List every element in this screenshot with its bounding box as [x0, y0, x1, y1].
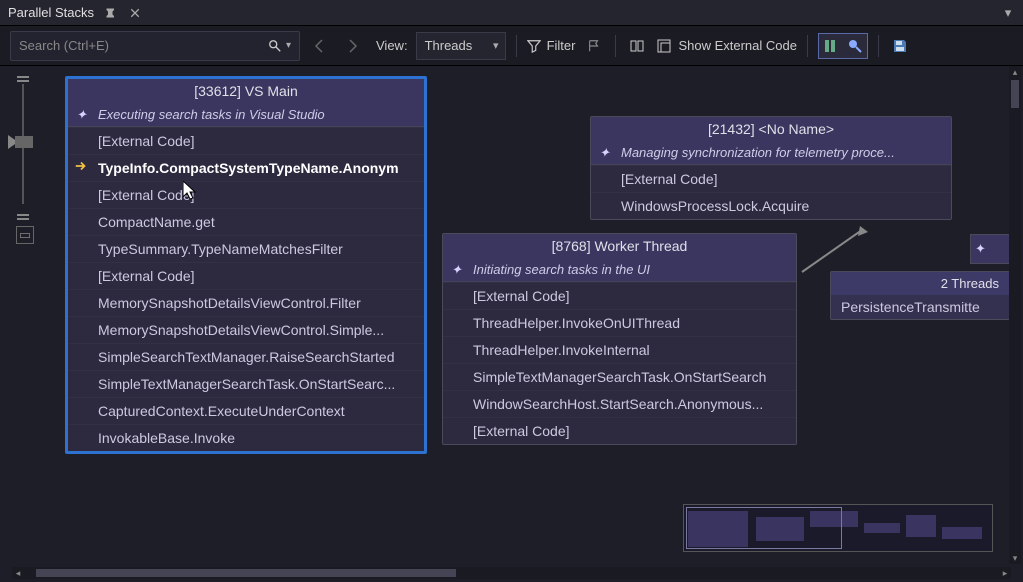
search-input-container[interactable]: ▾ [10, 31, 300, 61]
pin-icon[interactable] [104, 6, 118, 20]
highlight-stacks-icon[interactable] [820, 35, 842, 57]
threads-summary-row[interactable]: PersistenceTransmitte [831, 295, 1009, 319]
stack-frame[interactable]: TypeSummary.TypeNameMatchesFilter [68, 235, 424, 262]
thread-description: ✦ Managing synchronization for telemetry… [591, 141, 951, 165]
scroll-right-icon[interactable]: ▸ [999, 567, 1011, 579]
zoom-slider-handle[interactable] [15, 136, 33, 148]
stack-frame[interactable]: CompactName.get [68, 208, 424, 235]
close-icon[interactable] [128, 6, 142, 20]
scroll-left-icon[interactable]: ◂ [12, 567, 24, 579]
thread-description: ✦ Executing search tasks in Visual Studi… [68, 103, 424, 127]
window-menu-dropdown-icon[interactable]: ▾ [1001, 6, 1015, 20]
horizontal-scrollbar[interactable]: ◂ ▸ [12, 567, 1011, 579]
highlight-mode-group [818, 33, 868, 59]
stack-frame[interactable]: WindowsProcessLock.Acquire [591, 192, 951, 219]
stack-frame[interactable]: ThreadHelper.InvokeOnUIThread [443, 309, 796, 336]
connector-line [798, 226, 868, 276]
zoom-fit-icon[interactable]: ▭ [16, 226, 34, 244]
stack-frame[interactable]: ThreadHelper.InvokeInternal [443, 336, 796, 363]
stack-frame[interactable]: SimpleTextManagerSearchTask.OnStartSearc… [68, 370, 424, 397]
parallel-stacks-canvas[interactable]: ▭ [33612] VS Main ✦ Executing search tas… [0, 66, 1023, 572]
stack-frame[interactable]: SimpleSearchTextManager.RaiseSearchStart… [68, 343, 424, 370]
stack-frame[interactable]: [External Code] [68, 262, 424, 289]
scroll-up-icon[interactable]: ▴ [1009, 66, 1021, 78]
highlight-search-icon[interactable] [844, 35, 866, 57]
view-label: View: [376, 38, 408, 53]
titlebar: Parallel Stacks ▾ [0, 0, 1023, 26]
current-frame-arrow-icon [74, 159, 88, 177]
zoom-minus-icon[interactable] [17, 214, 29, 220]
flag-icon[interactable] [583, 35, 605, 57]
stack-frame[interactable]: WindowSearchHost.StartSearch.Anonymous..… [443, 390, 796, 417]
thread-header: [33612] VS Main [68, 79, 424, 103]
nav-forward-icon[interactable] [340, 34, 364, 58]
frames-icon[interactable] [626, 35, 648, 57]
thread-header: [8768] Worker Thread [443, 234, 796, 258]
thread-no-name[interactable]: [21432] <No Name> ✦ Managing synchroniza… [590, 116, 952, 220]
show-external-code-button[interactable]: Show External Code [656, 38, 797, 54]
stack-frame[interactable]: [External Code] [591, 165, 951, 192]
thread-header: [21432] <No Name> [591, 117, 951, 141]
view-select[interactable]: Threads [416, 32, 506, 60]
sparkle-icon: ✦ [975, 241, 986, 257]
show-external-code-label: Show External Code [678, 38, 797, 53]
sparkle-icon: ✦ [451, 262, 462, 278]
horizontal-scroll-thumb[interactable] [36, 569, 456, 577]
thread-worker[interactable]: [8768] Worker Thread ✦ Initiating search… [442, 233, 797, 445]
thread-vs-main[interactable]: [33612] VS Main ✦ Executing search tasks… [65, 76, 427, 454]
view-select-value: Threads [425, 38, 473, 53]
vertical-scrollbar[interactable]: ▴ ▾ [1009, 66, 1021, 564]
stack-frame[interactable]: [External Code] [68, 127, 424, 154]
vertical-scroll-thumb[interactable] [1011, 80, 1019, 108]
window-title: Parallel Stacks [8, 5, 94, 20]
search-icon[interactable]: ▾ [268, 39, 291, 53]
scroll-down-icon[interactable]: ▾ [1009, 552, 1021, 564]
stack-frame[interactable]: MemorySnapshotDetailsViewControl.Filter [68, 289, 424, 316]
sparkle-icon: ✦ [599, 145, 610, 161]
stack-frame[interactable]: CapturedContext.ExecuteUnderContext [68, 397, 424, 424]
search-input[interactable] [19, 38, 268, 53]
stack-frame[interactable]: InvokableBase.Invoke [68, 424, 424, 451]
save-icon[interactable] [889, 35, 911, 57]
toolbar: ▾ View: Threads Filter Show External Cod… [0, 26, 1023, 66]
sparkle-icon: ✦ [76, 107, 87, 123]
filter-button[interactable]: Filter [527, 38, 576, 53]
nav-back-icon[interactable] [308, 34, 332, 58]
zoom-plus-icon[interactable] [17, 76, 29, 82]
stack-frame[interactable]: [External Code] [443, 417, 796, 444]
stack-frame-current[interactable]: TypeInfo.CompactSystemTypeName.Anonym [68, 154, 424, 181]
minimap[interactable] [683, 504, 993, 552]
stack-frame[interactable]: MemorySnapshotDetailsViewControl.Simple.… [68, 316, 424, 343]
threads-summary-box[interactable]: 2 Threads PersistenceTransmitte [830, 271, 1010, 320]
stack-frame[interactable]: SimpleTextManagerSearchTask.OnStartSearc… [443, 363, 796, 390]
thread-description: ✦ Initiating search tasks in the UI [443, 258, 796, 282]
filter-label: Filter [547, 38, 576, 53]
stack-frame[interactable]: [External Code] [443, 282, 796, 309]
stack-frame[interactable]: [External Code] [68, 181, 424, 208]
